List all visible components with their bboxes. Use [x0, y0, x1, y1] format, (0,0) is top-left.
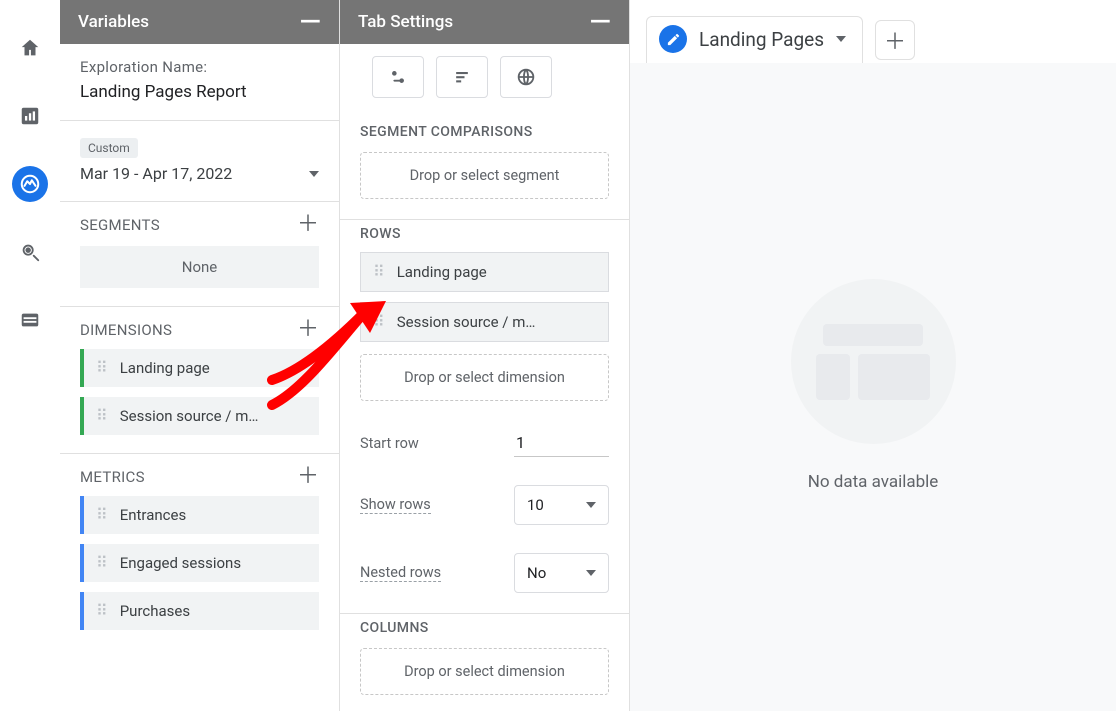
chip-label: Entrances	[120, 506, 187, 524]
metric-chip-engaged-sessions[interactable]: Engaged sessions	[80, 544, 319, 582]
start-row-label: Start row	[360, 435, 419, 452]
grip-icon	[96, 559, 110, 568]
grip-icon	[373, 318, 387, 327]
dimension-chip-session-source[interactable]: Session source / m…	[80, 397, 319, 435]
show-rows-value: 10	[527, 496, 544, 514]
add-segment-button[interactable]: ＋	[297, 216, 319, 234]
start-row-input[interactable]	[514, 429, 609, 457]
technique-option-1[interactable]	[372, 56, 424, 98]
row-chip-landing-page[interactable]: Landing page	[360, 252, 609, 292]
chip-label: Session source / m…	[397, 313, 536, 331]
add-dimension-button[interactable]: ＋	[297, 321, 319, 339]
grip-icon	[96, 364, 110, 373]
metrics-title: METRICS	[80, 468, 145, 486]
columns-title: COLUMNS	[360, 620, 609, 636]
grip-icon	[96, 607, 110, 616]
chevron-down-icon	[586, 502, 596, 508]
exploration-name-label: Exploration Name:	[80, 58, 319, 76]
chevron-down-icon	[309, 171, 319, 177]
show-rows-label: Show rows	[360, 496, 431, 514]
segment-comparisons-title: SEGMENT COMPARISONS	[360, 124, 609, 140]
metric-chip-purchases[interactable]: Purchases	[80, 592, 319, 630]
segments-none: None	[80, 246, 319, 288]
segment-dropzone[interactable]: Drop or select segment	[360, 152, 609, 199]
add-metric-button[interactable]: ＋	[297, 468, 319, 486]
nested-rows-value: No	[527, 564, 546, 582]
variables-panel-title: Variables	[78, 12, 149, 32]
rows-title: ROWS	[360, 226, 609, 242]
chip-label: Session source / m…	[120, 407, 259, 425]
no-data-text: No data available	[808, 472, 939, 492]
chip-label: Landing page	[397, 263, 487, 281]
dimension-chip-landing-page[interactable]: Landing page	[80, 349, 319, 387]
show-rows-select[interactable]: 10	[514, 485, 609, 525]
dimensions-title: DIMENSIONS	[80, 321, 172, 339]
nav-advertising-icon[interactable]	[12, 234, 48, 270]
nav-home-icon[interactable]	[12, 30, 48, 66]
grip-icon	[96, 412, 110, 421]
exploration-name-value[interactable]: Landing Pages Report	[80, 82, 319, 102]
nested-rows-select[interactable]: No	[514, 553, 609, 593]
chip-label: Landing page	[120, 359, 210, 377]
minimize-variables-button[interactable]: —	[299, 17, 321, 27]
grip-icon	[373, 268, 387, 277]
date-range-text: Mar 19 - Apr 17, 2022	[80, 164, 232, 183]
row-chip-session-source[interactable]: Session source / m…	[360, 302, 609, 342]
metric-chip-entrances[interactable]: Entrances	[80, 496, 319, 534]
date-range-badge: Custom	[80, 138, 138, 158]
nav-reports-icon[interactable]	[12, 98, 48, 134]
minimize-tabsettings-button[interactable]: —	[589, 17, 611, 27]
nav-explore-icon[interactable]	[12, 166, 48, 202]
technique-option-3[interactable]	[500, 56, 552, 98]
chip-label: Purchases	[120, 602, 190, 620]
chevron-down-icon	[586, 570, 596, 576]
segments-title: SEGMENTS	[80, 216, 160, 234]
nav-configure-icon[interactable]	[12, 302, 48, 338]
rows-dropzone[interactable]: Drop or select dimension	[360, 354, 609, 401]
tab-settings-panel-title: Tab Settings	[358, 12, 453, 32]
technique-option-2[interactable]	[436, 56, 488, 98]
chip-label: Engaged sessions	[120, 554, 241, 572]
empty-state-icon	[791, 279, 956, 444]
grip-icon	[96, 511, 110, 520]
columns-dropzone[interactable]: Drop or select dimension	[360, 648, 609, 695]
nested-rows-label: Nested rows	[360, 564, 441, 582]
date-range-picker[interactable]: Mar 19 - Apr 17, 2022	[80, 164, 319, 183]
